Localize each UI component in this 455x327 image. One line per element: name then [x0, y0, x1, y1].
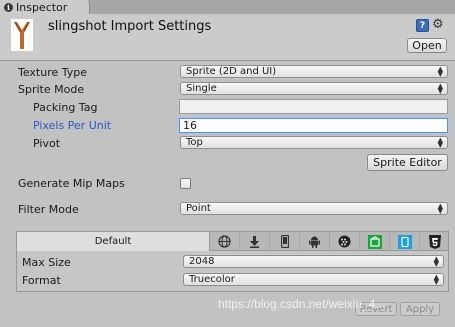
tab-webgl[interactable] — [420, 232, 450, 251]
filter-mode-value: Point — [186, 203, 211, 214]
windows-store-icon — [367, 234, 382, 249]
help-book-icon[interactable]: ? — [416, 19, 429, 32]
format-value: Truecolor — [189, 274, 235, 285]
blackberry-icon — [338, 235, 351, 248]
dropdown-arrows-icon: ▲ ▼ — [433, 273, 439, 286]
packing-tag-label: Packing Tag — [33, 101, 98, 114]
tab-windows-phone[interactable] — [390, 232, 420, 251]
pivot-value: Top — [186, 137, 203, 148]
asset-header: slingshot Import Settings ? ⚙ Open — [0, 14, 455, 61]
android-icon — [309, 236, 320, 248]
tab-blackberry[interactable] — [330, 232, 360, 251]
pivot-dropdown[interactable]: Top ▲ ▼ — [180, 136, 448, 149]
dropdown-arrows-icon: ▲ ▼ — [437, 65, 443, 78]
dropdown-arrows-icon: ▲ ▼ — [437, 202, 443, 215]
platform-tab-bar: Default — [17, 232, 448, 251]
texture-type-dropdown[interactable]: Sprite (2D and UI) ▲ ▼ — [180, 65, 448, 78]
pixels-per-unit-label: Pixels Per Unit — [33, 119, 112, 132]
tab-standalone[interactable] — [240, 232, 270, 251]
format-label: Format — [22, 274, 61, 287]
tab-android[interactable] — [300, 232, 330, 251]
gear-icon[interactable]: ⚙ — [432, 17, 444, 32]
download-icon — [250, 236, 259, 248]
format-dropdown[interactable]: Truecolor ▲ ▼ — [183, 273, 444, 286]
texture-type-value: Sprite (2D and UI) — [186, 66, 277, 77]
dropdown-arrows-icon: ▲ ▼ — [437, 136, 443, 149]
tab-default[interactable]: Default — [17, 232, 210, 251]
tab-windows-store[interactable] — [360, 232, 390, 251]
asset-title: slingshot Import Settings — [48, 19, 212, 34]
filter-mode-label: Filter Mode — [18, 203, 79, 216]
tab-web[interactable] — [210, 232, 240, 251]
sprite-mode-value: Single — [186, 83, 217, 94]
max-size-label: Max Size — [22, 256, 71, 269]
pixels-per-unit-field[interactable]: 16 — [179, 118, 448, 133]
import-settings-panel: Texture Type Sprite (2D and UI) ▲ ▼ Sprit… — [0, 62, 455, 327]
sprite-mode-label: Sprite Mode — [18, 83, 85, 96]
web-icon — [218, 235, 231, 248]
dropdown-arrows-icon: ▲ ▼ — [437, 82, 443, 95]
watermark-text: https://blog.csdn.net/weixin_4... — [218, 297, 386, 311]
generate-mip-maps-label: Generate Mip Maps — [18, 177, 125, 190]
slingshot-sprite-icon — [11, 19, 33, 51]
packing-tag-field[interactable] — [179, 99, 448, 114]
pivot-label: Pivot — [33, 137, 61, 150]
texture-type-label: Texture Type — [18, 66, 88, 79]
tab-bar: i Inspector — [0, 0, 455, 14]
tab-ios[interactable] — [270, 232, 300, 251]
sprite-mode-dropdown[interactable]: Single ▲ ▼ — [180, 82, 448, 95]
platform-settings: Default Max Size 2048 ▲ ▼ Format Truecol… — [16, 231, 449, 292]
max-size-dropdown[interactable]: 2048 ▲ ▼ — [183, 255, 444, 268]
dropdown-arrows-icon: ▲ ▼ — [433, 255, 439, 268]
tab-inspector-label: Inspector — [16, 0, 68, 14]
max-size-value: 2048 — [189, 256, 215, 267]
sprite-editor-button[interactable]: Sprite Editor — [367, 154, 448, 171]
info-icon: i — [4, 2, 13, 12]
open-button[interactable]: Open — [407, 38, 447, 53]
html5-icon — [429, 234, 441, 249]
filter-mode-dropdown[interactable]: Point ▲ ▼ — [180, 202, 448, 215]
tab-inspector[interactable]: i Inspector — [0, 0, 90, 14]
windows-phone-icon — [397, 234, 412, 249]
generate-mip-maps-checkbox[interactable] — [180, 178, 191, 189]
phone-icon — [280, 235, 289, 248]
apply-button[interactable]: Apply — [400, 302, 440, 316]
